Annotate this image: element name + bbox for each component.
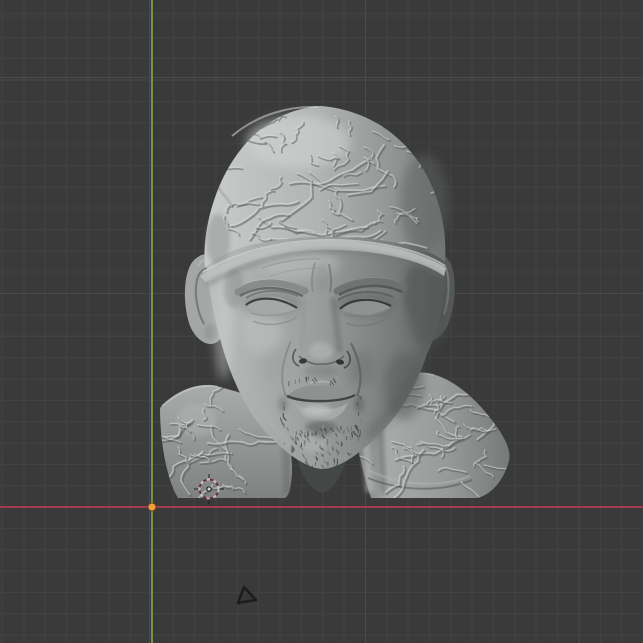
texture-stroke (204, 159, 227, 171)
texture-stroke (315, 452, 318, 456)
texture-stroke (313, 433, 316, 437)
texture-stroke (358, 457, 361, 462)
texture-stroke (292, 447, 295, 452)
texture-stroke (350, 425, 353, 431)
texture-stroke (382, 107, 403, 127)
texture-stroke (204, 160, 228, 173)
texture-stroke (282, 423, 285, 428)
texture-stroke (315, 431, 317, 436)
texture-stroke (303, 432, 306, 438)
texture-stroke (383, 109, 404, 129)
texture-stroke (292, 468, 297, 471)
texture-stroke (335, 376, 338, 381)
texture-stroke (351, 432, 354, 438)
texture-stroke (315, 456, 318, 461)
annotate-cursor-icon (236, 585, 258, 605)
3d-viewport[interactable] (0, 0, 643, 643)
origin-dot (147, 502, 157, 512)
texture-stroke (314, 461, 317, 467)
scene-svg (128, 105, 535, 605)
model-head-bust[interactable] (128, 105, 535, 516)
texture-stroke (357, 411, 360, 417)
